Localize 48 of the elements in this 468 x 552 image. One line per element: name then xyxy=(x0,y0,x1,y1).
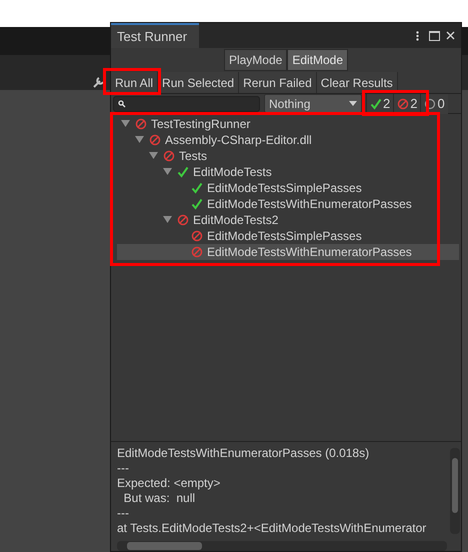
filter-toggle[interactable]: 2 xyxy=(393,94,420,114)
check-icon xyxy=(191,198,203,210)
tree-item[interactable]: EditModeTestsWithEnumeratorPasses xyxy=(117,196,459,212)
annotation-box xyxy=(103,68,161,95)
tree-item[interactable]: EditModeTestsSimplePasses xyxy=(117,180,459,196)
check-icon xyxy=(177,166,189,178)
tree-item[interactable]: Assembly-CSharp-Editor.dll xyxy=(117,132,459,148)
failed-icon xyxy=(177,214,189,226)
failed-icon xyxy=(191,246,203,258)
failed-icon xyxy=(163,150,175,162)
mode-tab[interactable]: EditMode xyxy=(287,49,348,71)
category-dropdown[interactable]: Nothing xyxy=(264,94,362,113)
detail-line: EditModeTestsWithEnumeratorPasses (0.018s) xyxy=(117,446,370,461)
detail-line: Expected: <empty> xyxy=(117,476,222,491)
toolbar-button[interactable]: Clear Results xyxy=(316,72,398,93)
detail-line: --- xyxy=(117,506,130,521)
tree-item[interactable]: EditModeTests2 xyxy=(117,212,459,228)
detail-line: --- xyxy=(117,461,130,476)
failed-icon xyxy=(397,98,410,110)
maximize-icon[interactable] xyxy=(429,30,440,40)
tree-item[interactable]: EditModeTests xyxy=(117,164,459,180)
wrench-icon[interactable] xyxy=(92,75,106,89)
detail-line: at Tests.EditModeTests2+<EditModeTestsWithEnumerator xyxy=(117,521,428,536)
horizontal-scrollbar[interactable] xyxy=(117,541,447,551)
window-tab[interactable]: Test Runner xyxy=(111,23,199,48)
dropdown-arrow-icon xyxy=(349,101,357,106)
search-icon xyxy=(118,100,126,108)
tree-item[interactable]: EditModeTestsSimplePasses xyxy=(117,228,459,244)
failed-icon xyxy=(191,230,203,242)
filter-toggle[interactable]: 2 xyxy=(366,94,394,114)
failed-icon xyxy=(135,118,147,130)
toolbar-button[interactable]: Run Selected xyxy=(158,72,240,93)
collapse-arrow-icon[interactable] xyxy=(163,216,172,224)
toolbar-button[interactable]: Run All xyxy=(111,72,158,93)
toolbar-button[interactable]: Rerun Failed xyxy=(239,72,317,93)
failed-icon xyxy=(149,134,161,146)
circle-icon xyxy=(424,98,436,110)
close-icon[interactable] xyxy=(446,31,455,40)
mode-tab[interactable]: PlayMode xyxy=(224,49,288,71)
detail-line: But was: null xyxy=(122,491,196,506)
check-icon xyxy=(191,182,203,194)
more-options-icon[interactable] xyxy=(416,30,419,40)
search-field[interactable] xyxy=(113,96,260,112)
tree-item[interactable]: EditModeTestsWithEnumeratorPasses xyxy=(117,244,459,260)
tree-item[interactable]: TestTestingRunner xyxy=(117,116,459,132)
check-icon xyxy=(370,98,382,110)
vertical-scrollbar[interactable] xyxy=(450,448,460,534)
tree-item[interactable]: Tests xyxy=(117,148,459,164)
